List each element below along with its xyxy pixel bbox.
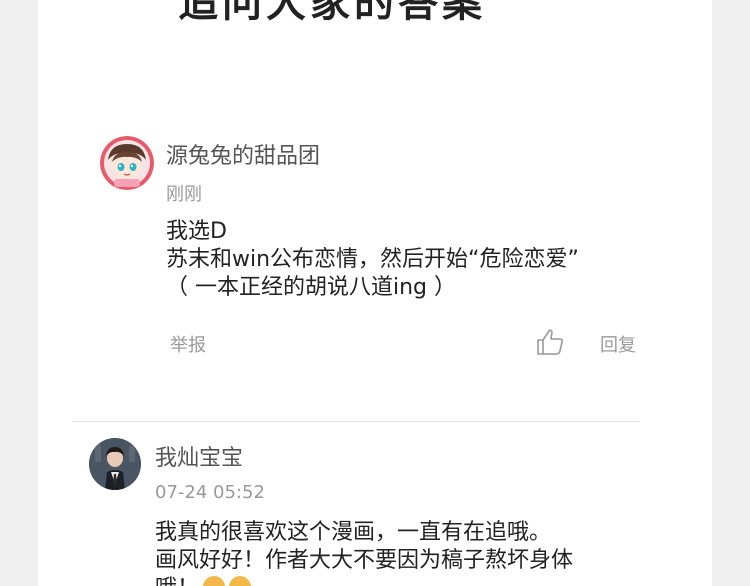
- emoji-icon: [203, 576, 226, 586]
- comment-line: 苏末和win公布恋情，然后开始“危险恋爱”: [166, 247, 579, 272]
- thumbs-up-icon[interactable]: [535, 328, 565, 360]
- comment-username[interactable]: 源兔兔的甜品团: [166, 138, 320, 170]
- emoji-icon: [229, 576, 252, 586]
- comment-line: 哦！: [155, 575, 573, 586]
- comment-line-text: 哦！: [155, 576, 199, 586]
- avatar-image: [89, 438, 141, 490]
- comment-line: 我真的很喜欢这个漫画，一直有在追哦。: [155, 520, 552, 545]
- avatar-image: [100, 136, 154, 190]
- comment-panel: 追问大家的答案 源兔兔的甜品团 刚刚 我选D 苏末和win公布恋情，然后开始“危…: [38, 0, 712, 586]
- post-title: 追问大家的答案: [178, 0, 486, 26]
- avatar[interactable]: [89, 438, 141, 490]
- comment-username[interactable]: 我灿宝宝: [155, 440, 243, 472]
- comment-body: 我真的很喜欢这个漫画，一直有在追哦。 画风好好！作者大大不要因为稿子熬坏身体 哦…: [155, 519, 573, 586]
- avatar[interactable]: [100, 136, 154, 190]
- comment-body: 我选D 苏末和win公布恋情，然后开始“危险恋爱” （ 一本正经的胡说八道ing…: [166, 218, 579, 302]
- comment-line: 我选D: [166, 219, 227, 244]
- comment-time: 刚刚: [166, 184, 202, 205]
- reply-button[interactable]: 回复: [600, 331, 636, 357]
- report-button[interactable]: 举报: [170, 331, 206, 357]
- comment-divider: [72, 421, 640, 422]
- comment-line: 画风好好！作者大大不要因为稿子熬坏身体: [155, 548, 574, 573]
- comment-line: （ 一本正经的胡说八道ing ）: [166, 275, 457, 300]
- comment-time: 07-24 05:52: [155, 482, 265, 503]
